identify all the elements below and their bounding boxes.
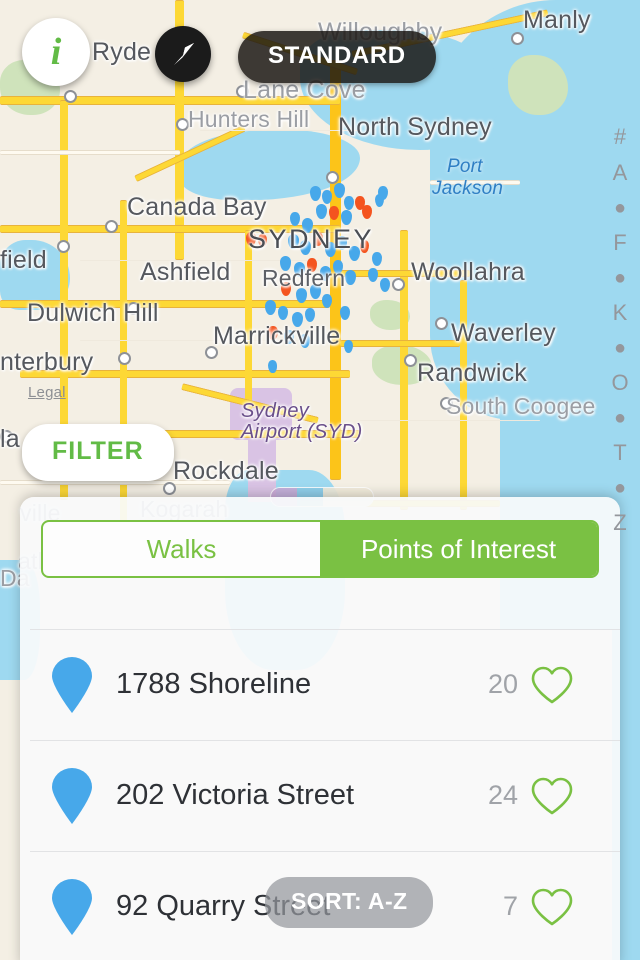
map-label: Ashfield	[140, 258, 231, 286]
map-road-minor1	[0, 150, 180, 155]
alphabet-index-letter[interactable]: #	[609, 126, 631, 148]
map-label: Marrickville	[213, 322, 341, 350]
alphabet-index-letter[interactable]: Z	[609, 512, 631, 534]
map-junction	[326, 171, 339, 184]
alphabet-index-dot[interactable]: ●	[609, 478, 631, 498]
map-junction	[118, 352, 131, 365]
map-pin-icon	[52, 656, 92, 713]
map-label: Dulwich Hill	[27, 299, 159, 327]
map-label: nterbury	[0, 348, 94, 376]
map-label: South Coogee	[446, 393, 596, 419]
list-item[interactable]: 202 Victoria Street 24	[20, 740, 620, 851]
map-label: Ryde	[92, 38, 152, 66]
tab-points-of-interest[interactable]: Points of Interest	[320, 522, 597, 576]
tab-walks-label: Walks	[146, 533, 217, 564]
tab-points-of-interest-label: Points of Interest	[360, 533, 557, 564]
map-label: Randwick	[417, 359, 527, 387]
map-junction	[404, 354, 417, 367]
segmented-control: Walks Points of Interest	[41, 520, 599, 578]
map-road-v4	[245, 230, 252, 410]
list-item-count: 20	[487, 669, 518, 699]
map-road-tiny3	[360, 420, 540, 421]
map-junction	[435, 317, 448, 330]
map-junction	[64, 90, 77, 103]
map-label: Port	[447, 156, 483, 177]
alphabet-index-letter[interactable]: A	[609, 162, 631, 184]
favorite-heart-icon[interactable]	[530, 776, 574, 816]
favorite-heart-icon[interactable]	[530, 665, 574, 705]
map-label: SYDNEY	[248, 224, 375, 254]
alphabet-index-dot[interactable]: ●	[609, 338, 631, 358]
info-icon: i	[50, 31, 62, 73]
list-item-title: 202 Victoria Street	[116, 779, 355, 811]
alphabet-index-dot[interactable]: ●	[609, 268, 631, 288]
alphabet-index-scrubber[interactable]: # A ● F ● K ● O ● T ● Z	[605, 126, 635, 548]
map-junction	[392, 278, 405, 291]
map-road-h7	[340, 340, 460, 347]
list-item[interactable]: 1788 Shoreline 20	[20, 629, 620, 740]
list-item-count: 7	[502, 891, 518, 921]
map-label: Airport (SYD)	[241, 421, 363, 443]
tab-walks[interactable]: Walks	[43, 522, 320, 576]
favorite-heart-icon[interactable]	[530, 887, 574, 927]
alphabet-index-letter[interactable]: K	[609, 302, 631, 324]
map-label: Hunters Hill	[188, 106, 310, 132]
map-label: Canada Bay	[127, 193, 267, 221]
navigation-arrow-icon	[174, 43, 194, 65]
alphabet-index-letter[interactable]: T	[609, 442, 631, 464]
map-legal-link[interactable]: Legal	[28, 384, 66, 401]
map-label: Manly	[523, 6, 591, 34]
list-item-title: 1788 Shoreline	[116, 668, 312, 700]
map-junction	[105, 220, 118, 233]
alphabet-index-dot[interactable]: ●	[609, 198, 631, 218]
map-label: Sydney	[241, 400, 309, 422]
map-label: la	[0, 425, 20, 453]
map-label: North Sydney	[338, 113, 492, 141]
info-button[interactable]: i	[22, 18, 90, 86]
map-label: Woollahra	[411, 258, 525, 286]
sort-button[interactable]: SORT: A-Z	[265, 877, 434, 928]
alphabet-index-dot[interactable]: ●	[609, 408, 631, 428]
map-label: Waverley	[451, 319, 556, 347]
map-mode-button[interactable]: STANDARD	[238, 31, 436, 83]
map-label: Jackson	[432, 178, 504, 199]
app-root: ManlyWilloughbyRydeLane CoveHunters Hill…	[0, 0, 640, 960]
list-item-count: 24	[487, 780, 518, 810]
map-label: field	[0, 246, 47, 274]
map-label: Rockdale	[173, 457, 279, 485]
map-label: Redfern	[262, 265, 346, 291]
alphabet-index-letter[interactable]: O	[609, 372, 631, 394]
map-pin-icon	[52, 878, 92, 935]
map-pin-icon	[52, 767, 92, 824]
alphabet-index-letter[interactable]: F	[609, 232, 631, 254]
compass-button[interactable]	[155, 26, 211, 82]
map-junction	[57, 240, 70, 253]
filter-button[interactable]: FILTER	[22, 424, 174, 481]
